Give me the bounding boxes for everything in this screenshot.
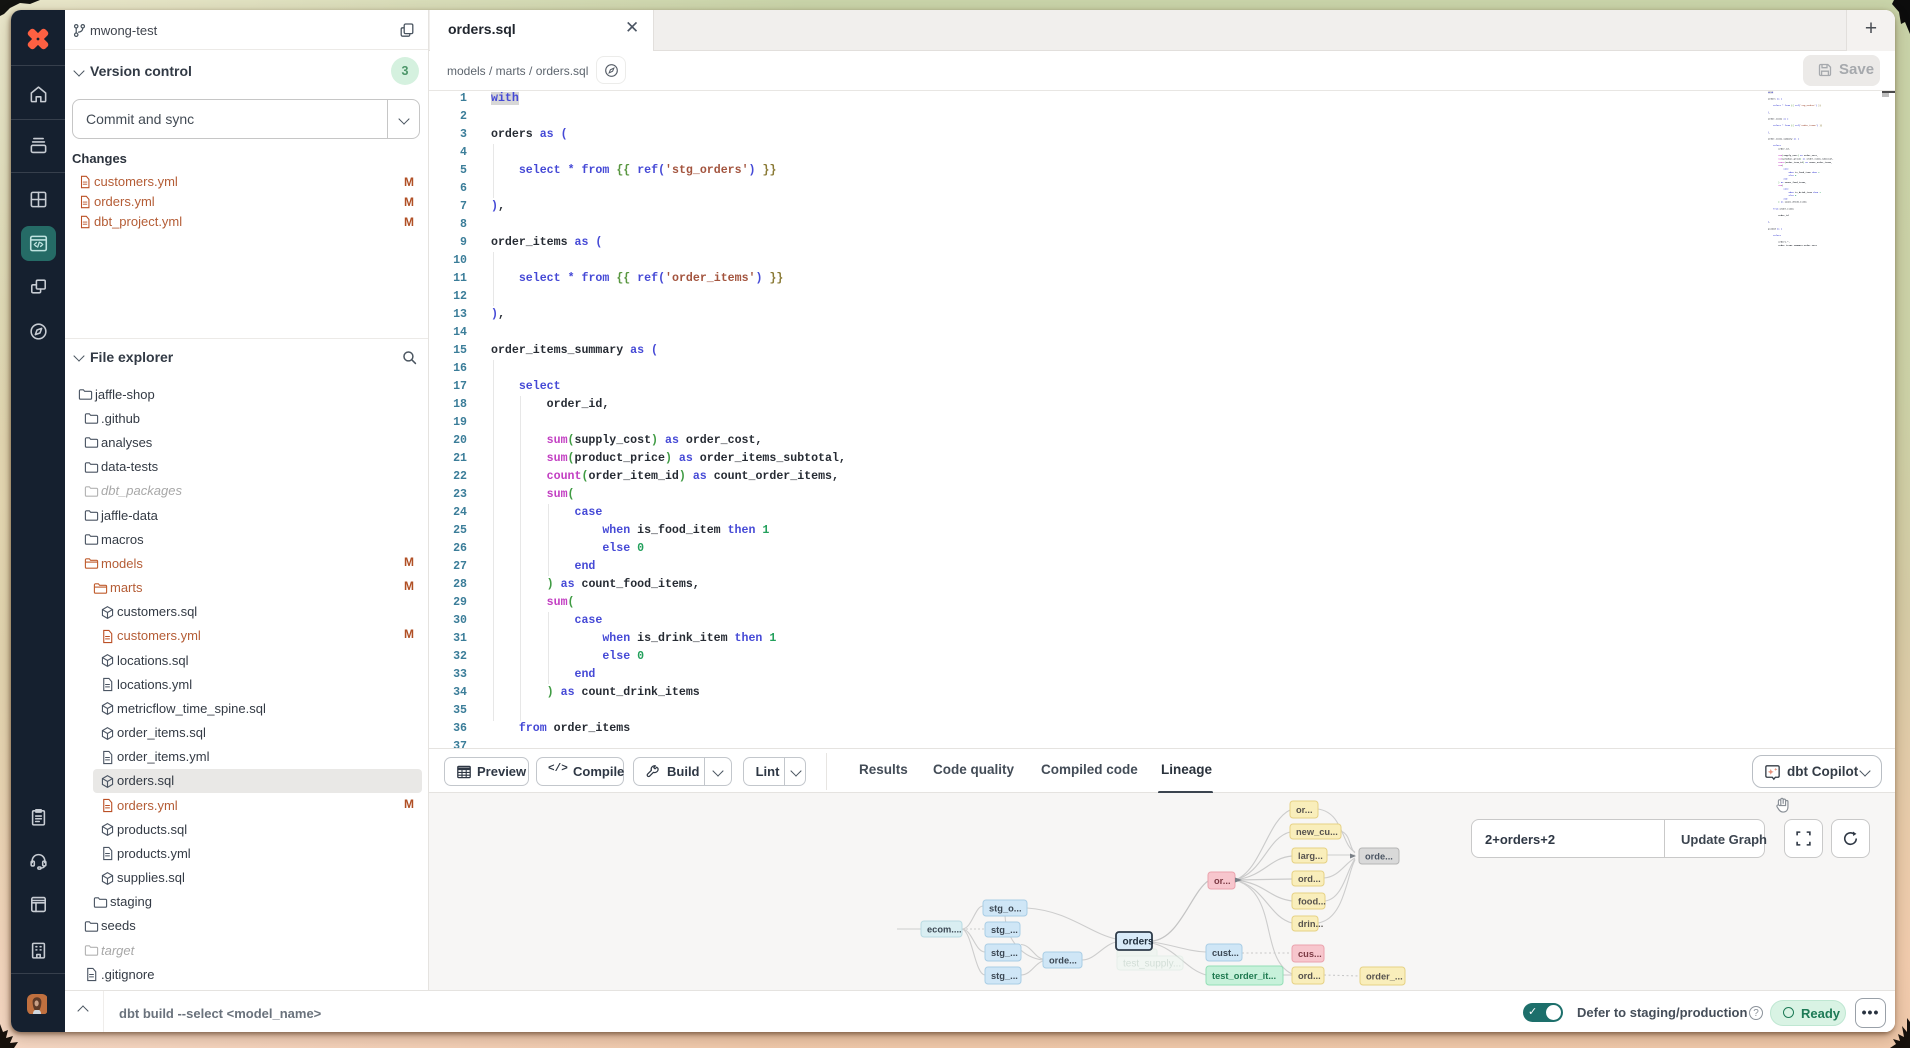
svg-text:order_...: order_...	[1366, 972, 1403, 982]
svg-text:stg_...: stg_...	[991, 971, 1018, 981]
svg-text:ord...: ord...	[1298, 874, 1321, 884]
svg-text:test_order_it...: test_order_it...	[1212, 971, 1276, 981]
svg-text:orders: orders	[1123, 937, 1155, 948]
svg-text:cus...: cus...	[1298, 949, 1322, 959]
svg-text:new_cu...: new_cu...	[1296, 827, 1338, 837]
svg-text:orde...: orde...	[1365, 852, 1393, 862]
svg-text:food...: food...	[1298, 897, 1326, 907]
svg-text:stg_o...: stg_o...	[989, 904, 1022, 914]
svg-text:or...: or...	[1296, 805, 1313, 815]
svg-text:cust...: cust...	[1212, 948, 1239, 958]
svg-text:ecom....: ecom....	[927, 925, 962, 935]
svg-text:test_supply...: test_supply...	[1123, 959, 1181, 970]
svg-text:stg_...: stg_...	[991, 925, 1018, 935]
svg-text:ord...: ord...	[1298, 971, 1321, 981]
svg-text:orde...: orde...	[1049, 956, 1077, 966]
svg-text:larg...: larg...	[1298, 851, 1323, 861]
svg-text:drin...: drin...	[1298, 919, 1323, 929]
svg-text:stg_...: stg_...	[991, 948, 1018, 958]
svg-text:or...: or...	[1214, 876, 1231, 886]
